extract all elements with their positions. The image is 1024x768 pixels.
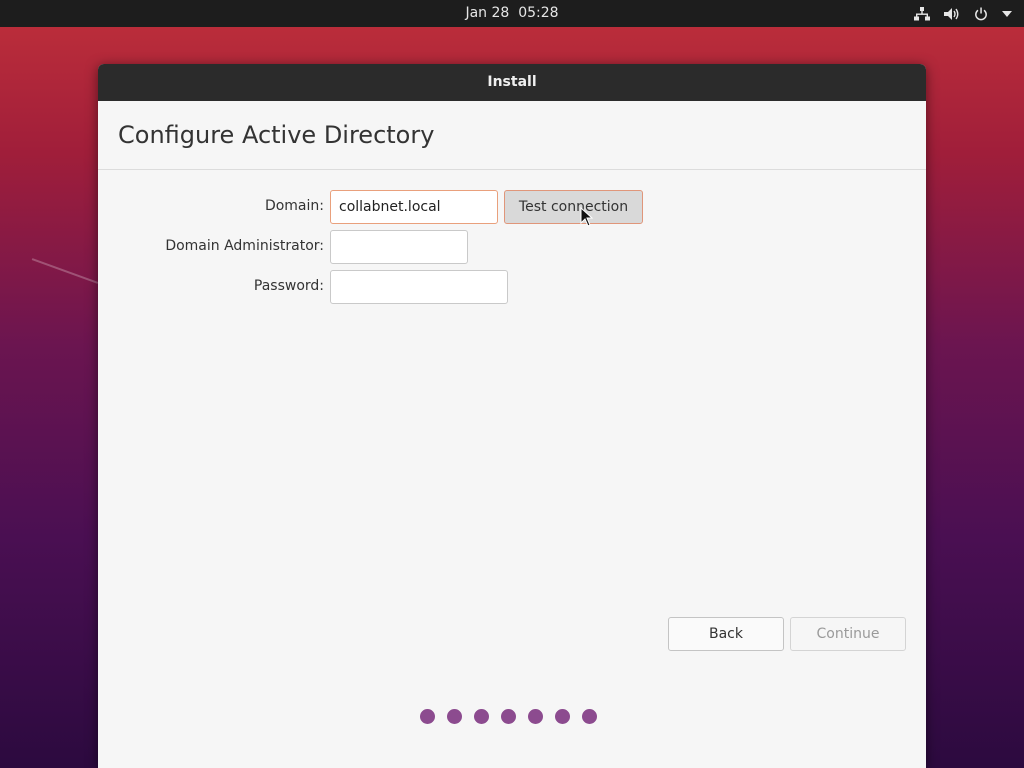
progress-dot [447, 709, 462, 724]
page-title: Configure Active Directory [118, 121, 435, 149]
installer-window: Install Configure Active Directory Domai… [98, 64, 926, 768]
domain-label: Domain: [264, 198, 324, 214]
menu-arrow-icon[interactable] [1002, 10, 1012, 17]
test-connection-button[interactable]: Test connection [504, 190, 643, 224]
top-bar: Jan 28 05:28 [0, 0, 1024, 27]
network-icon[interactable] [914, 6, 930, 21]
progress-dots [420, 709, 597, 724]
password-input[interactable] [330, 270, 508, 304]
system-tray[interactable] [914, 0, 1012, 27]
page-header: Configure Active Directory [98, 101, 926, 170]
volume-icon[interactable] [944, 7, 960, 21]
clock[interactable]: Jan 28 05:28 [0, 0, 1024, 27]
domain-administrator-label: Domain Administrator: [165, 238, 324, 254]
back-button[interactable]: Back [668, 617, 784, 651]
domain-administrator-input[interactable] [330, 230, 468, 264]
date-text: Jan 28 [465, 5, 510, 21]
power-icon[interactable] [974, 7, 988, 21]
wallpaper-streak [31, 258, 99, 284]
mouse-cursor-icon [580, 207, 594, 227]
window-titlebar[interactable]: Install [98, 64, 926, 101]
progress-dot [501, 709, 516, 724]
progress-dot [420, 709, 435, 724]
progress-dot [474, 709, 489, 724]
domain-input[interactable] [330, 190, 498, 224]
progress-dot [528, 709, 543, 724]
progress-dot [555, 709, 570, 724]
password-label: Password: [253, 278, 324, 294]
continue-button[interactable]: Continue [790, 617, 906, 651]
progress-dot [582, 709, 597, 724]
time-text: 05:28 [518, 5, 559, 21]
